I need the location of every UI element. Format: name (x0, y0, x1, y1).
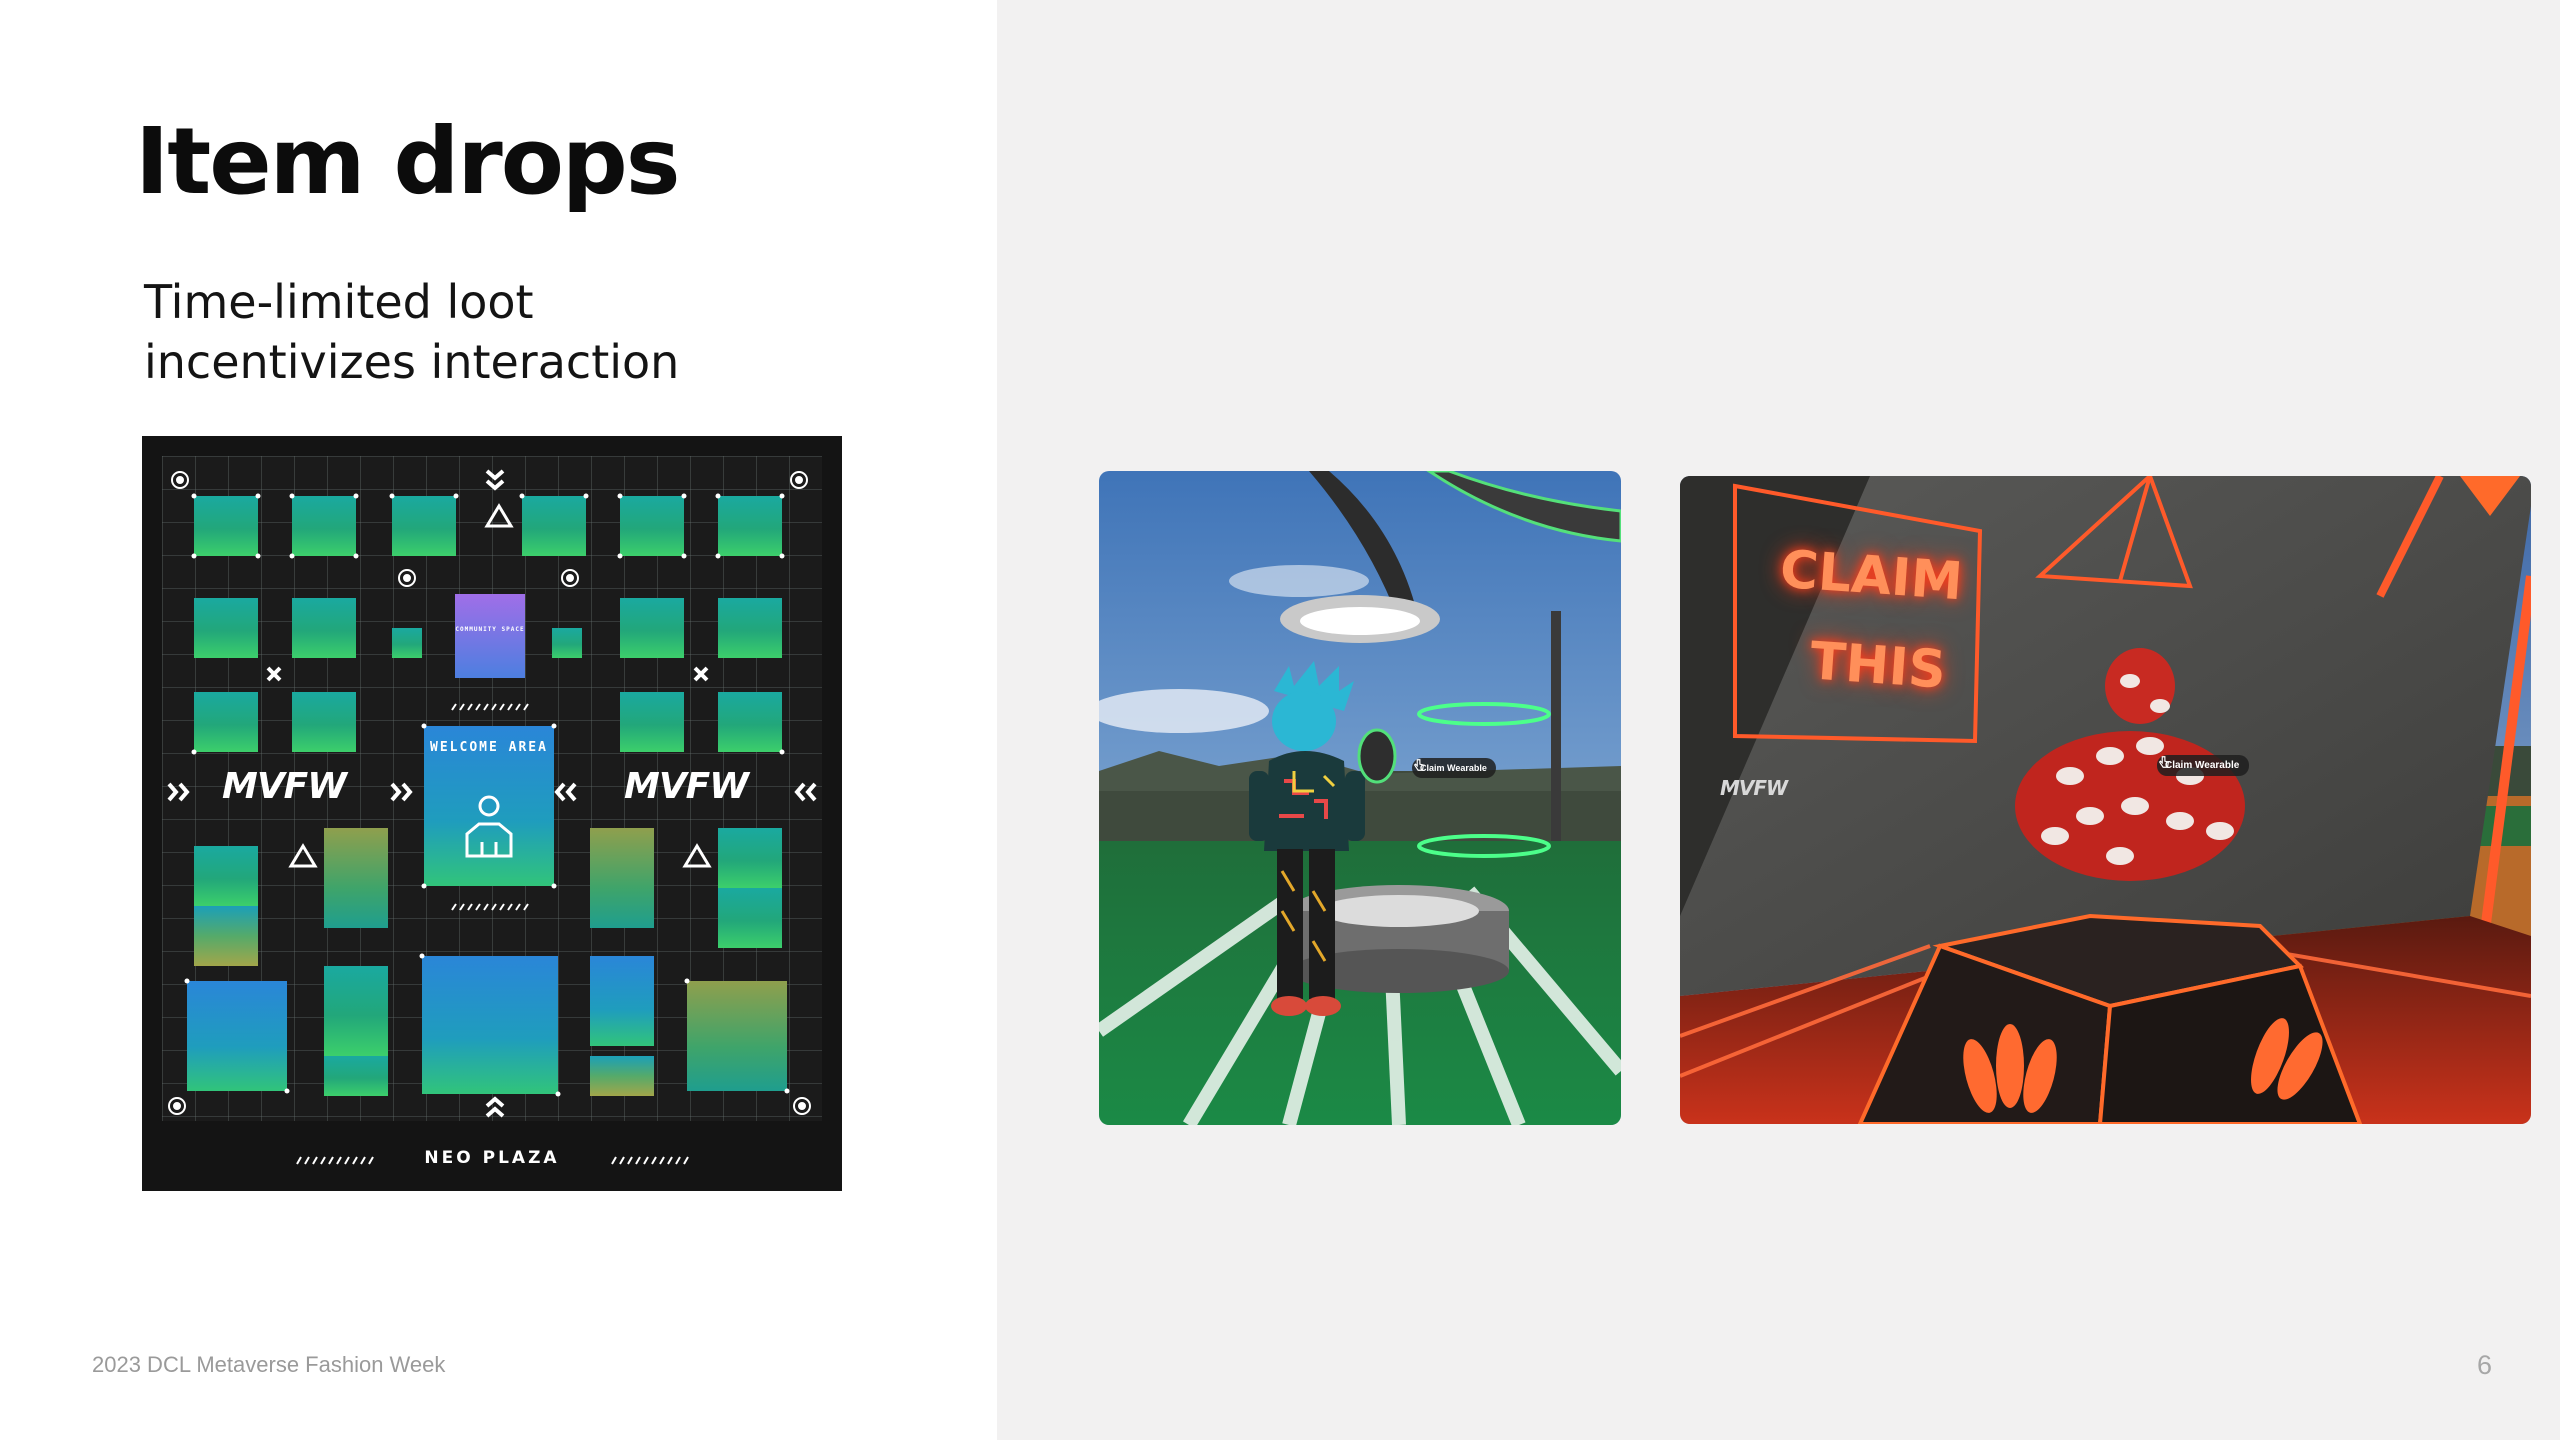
subtitle-line-2: incentivizes interaction (144, 335, 680, 389)
slide: Item drops Time-limited loot incentivize… (0, 0, 2560, 1440)
map-logo-right: MVFW (624, 766, 749, 807)
venue-map: MVFW MVFW WELCOME AREA COMMUNITY SPACE N… (142, 436, 842, 1191)
slide-title: Item drops (135, 108, 681, 215)
neon-sign-line-2: THIS (1808, 631, 1948, 701)
neon-sign-line-1: CLAIM (1778, 539, 1965, 613)
claim-wearable-tooltip-2[interactable]: Claim Wearable (2157, 755, 2250, 776)
venue-map-graphic (142, 436, 842, 1191)
slide-footer: 2023 DCL Metaverse Fashion Week (92, 1352, 446, 1377)
page-number: 6 (2476, 1350, 2492, 1380)
hand-pointer-icon (2158, 756, 2170, 768)
map-logo-left: MVFW (222, 766, 347, 807)
map-neo-plaza-label: NEO PLAZA (424, 1148, 560, 1168)
claim-wearable-label: Claim Wearable (2165, 760, 2240, 771)
slide-subtitle: Time-limited loot incentivizes interacti… (144, 272, 844, 392)
screenshot-claim-this: CLAIM THIS MVFW Claim Wearable (1680, 476, 2531, 1124)
map-logo-right-text: MVFW (624, 766, 749, 807)
map-community-label: COMMUNITY SPACE (455, 626, 525, 633)
subtitle-line-1: Time-limited loot (144, 275, 534, 329)
claim-wearable-tooltip[interactable]: Claim Wearable (1412, 758, 1496, 778)
avatar-scene-graphic (1099, 471, 1621, 1125)
screenshot-avatar-claim: Claim Wearable (1099, 471, 1621, 1125)
hand-pointer-icon (1413, 759, 1425, 771)
scene-mvfw-logo: MVFW (1720, 776, 1788, 800)
map-welcome-label: WELCOME AREA (430, 740, 548, 755)
map-logo-left-text: MVFW (222, 766, 347, 807)
claim-wearable-label: Claim Wearable (1420, 763, 1487, 773)
